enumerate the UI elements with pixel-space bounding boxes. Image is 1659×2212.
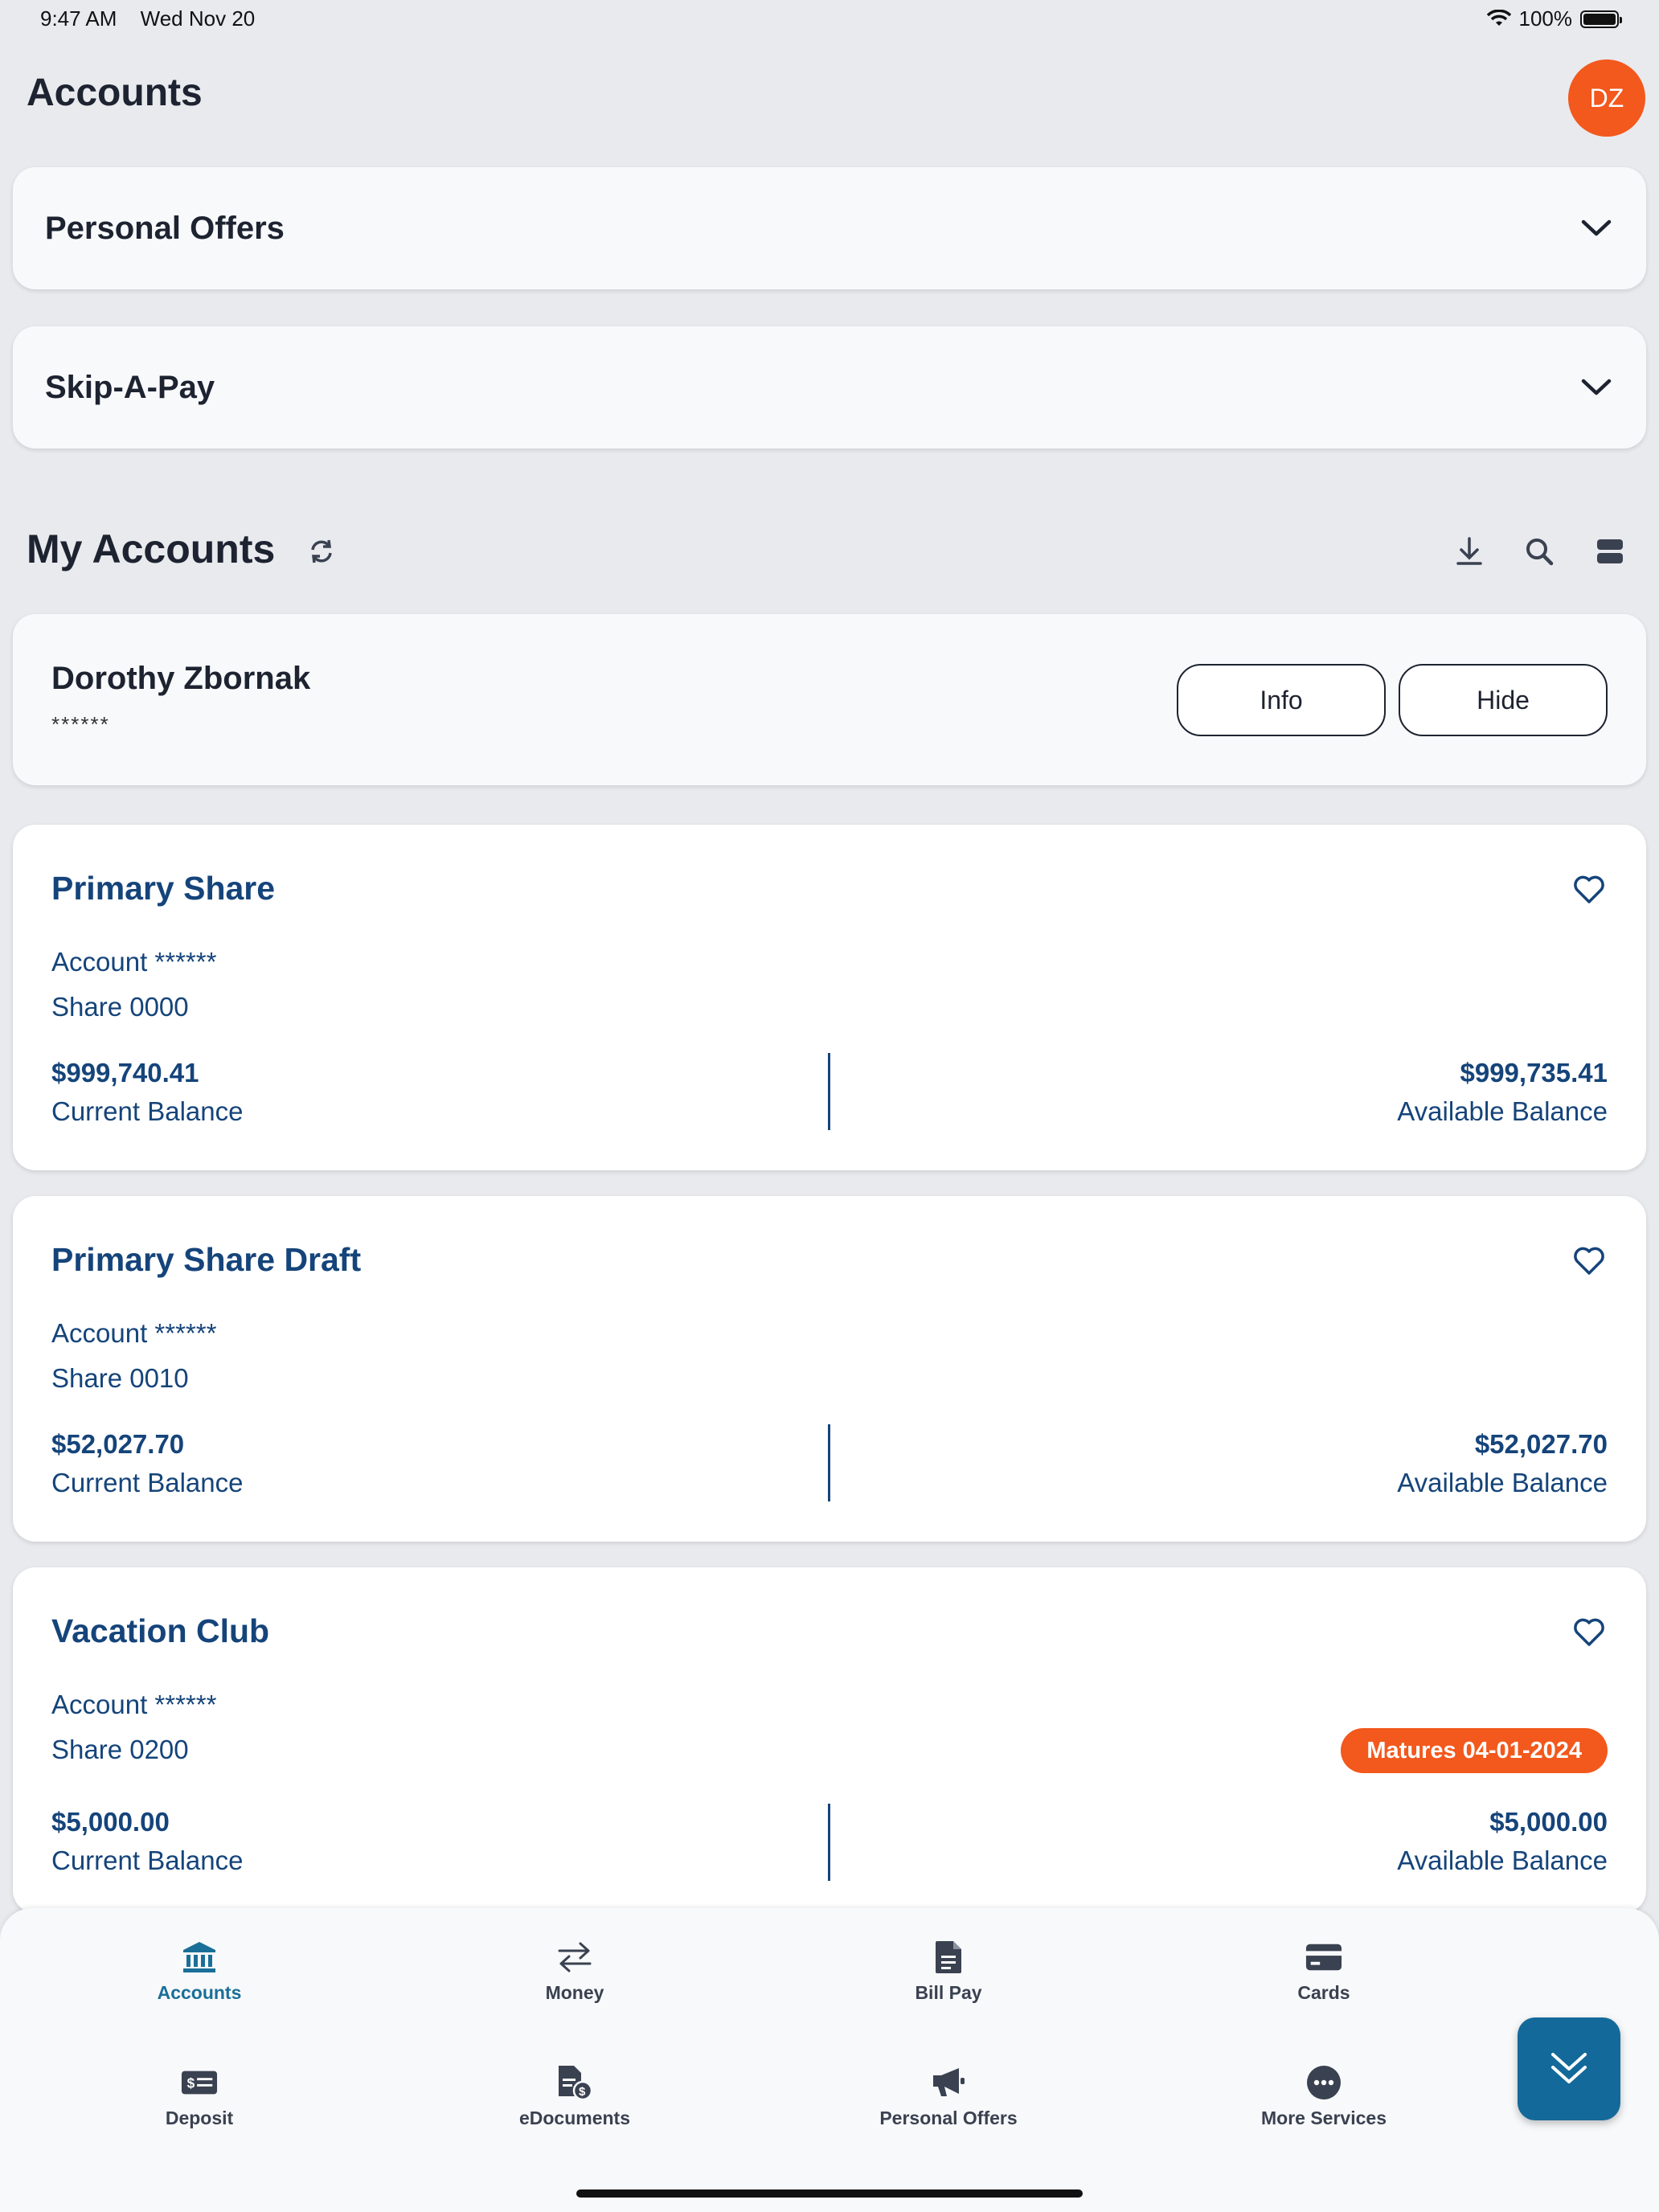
document-icon xyxy=(930,1939,967,1976)
maturity-badge: Matures 04-01-2024 xyxy=(1341,1728,1608,1773)
current-balance-label: Current Balance xyxy=(51,1096,244,1126)
status-date: Wed Nov 20 xyxy=(140,6,256,31)
nav-cards[interactable]: Cards xyxy=(1203,1939,1444,2004)
refresh-icon[interactable] xyxy=(307,537,336,566)
favorite-heart-icon[interactable] xyxy=(1572,1244,1606,1278)
current-balance-amount: $999,740.41 xyxy=(51,1058,199,1088)
nav-label: Bill Pay xyxy=(915,1982,982,2003)
balance-divider xyxy=(828,1424,830,1501)
home-indicator[interactable] xyxy=(576,2189,1083,2198)
current-balance-amount: $52,027.70 xyxy=(51,1429,185,1459)
panel-title: Skip-A-Pay xyxy=(45,369,215,405)
view-toggle-icon[interactable] xyxy=(1592,534,1628,569)
account-number: Account ****** xyxy=(51,1690,217,1719)
current-balance-label: Current Balance xyxy=(51,1845,244,1875)
bottom-nav: Accounts Money Bill Pay Cards $ Deposit … xyxy=(0,1908,1659,2212)
available-balance-amount: $52,027.70 xyxy=(1474,1429,1608,1459)
account-name[interactable]: Vacation Club xyxy=(51,1612,269,1650)
bank-icon xyxy=(181,1939,218,1976)
status-indicators: 100% xyxy=(1486,6,1622,31)
account-card-vacation-club[interactable]: Vacation Club Account ****** Share 0200 … xyxy=(13,1567,1646,1913)
wifi-icon xyxy=(1486,9,1511,26)
info-button[interactable]: Info xyxy=(1177,664,1386,736)
avatar[interactable]: DZ xyxy=(1568,59,1645,137)
share-number: Share 0000 xyxy=(51,992,189,1022)
chevron-down-icon[interactable] xyxy=(1579,370,1614,405)
nav-money[interactable]: Money xyxy=(454,1939,695,2004)
collapse-nav-button[interactable] xyxy=(1518,2017,1620,2120)
svg-text:$: $ xyxy=(579,2085,586,2099)
download-icon[interactable] xyxy=(1452,534,1487,569)
balance-divider xyxy=(828,1053,830,1130)
account-number: Account ****** xyxy=(51,1318,217,1348)
current-balance-amount: $5,000.00 xyxy=(51,1807,170,1837)
battery-icon xyxy=(1580,10,1622,28)
transfer-icon xyxy=(556,1939,593,1976)
nav-label: Personal Offers xyxy=(879,2108,1018,2128)
nav-label: Deposit xyxy=(165,2108,234,2128)
nav-label: Cards xyxy=(1297,1982,1350,2003)
available-balance-label: Available Balance xyxy=(1397,1096,1608,1126)
megaphone-icon xyxy=(930,2064,967,2101)
nav-label: Money xyxy=(545,1982,604,2003)
nav-label: eDocuments xyxy=(518,2108,631,2128)
balance-divider xyxy=(828,1804,830,1881)
double-chevron-down-icon xyxy=(1551,2053,1587,2083)
card-icon xyxy=(1305,1939,1342,1976)
available-balance-amount: $5,000.00 xyxy=(1489,1807,1608,1837)
member-name: Dorothy Zbornak xyxy=(51,661,311,696)
account-name[interactable]: Primary Share xyxy=(51,870,275,907)
nav-more-services[interactable]: More Services xyxy=(1203,2064,1444,2129)
nav-edocuments[interactable]: $ eDocuments xyxy=(454,2064,695,2129)
status-time-date: 9:47 AM Wed Nov 20 xyxy=(40,6,272,31)
account-card-primary-share-draft[interactable]: Primary Share Draft Account ****** Share… xyxy=(13,1196,1646,1542)
nav-accounts[interactable]: Accounts xyxy=(79,1939,320,2004)
personal-offers-panel[interactable]: Personal Offers xyxy=(13,167,1646,289)
check-deposit-icon: $ xyxy=(181,2064,218,2101)
current-balance-label: Current Balance xyxy=(51,1468,244,1497)
account-number: Account ****** xyxy=(51,947,217,977)
member-number-masked: ****** xyxy=(51,712,110,736)
available-balance-amount: $999,735.41 xyxy=(1460,1058,1608,1088)
skip-a-pay-panel[interactable]: Skip-A-Pay xyxy=(13,326,1646,449)
account-card-primary-share[interactable]: Primary Share Account ****** Share 0000 … xyxy=(13,825,1646,1170)
share-number: Share 0010 xyxy=(51,1363,189,1393)
panel-title: Personal Offers xyxy=(45,210,285,246)
search-icon[interactable] xyxy=(1522,534,1557,569)
available-balance-label: Available Balance xyxy=(1397,1845,1608,1875)
nav-bill-pay[interactable]: Bill Pay xyxy=(828,1939,1069,2004)
status-bar: 9:47 AM Wed Nov 20 100% xyxy=(0,0,1659,39)
favorite-heart-icon[interactable] xyxy=(1572,1616,1606,1649)
status-time: 9:47 AM xyxy=(40,6,117,31)
hide-button[interactable]: Hide xyxy=(1399,664,1608,736)
nav-deposit[interactable]: $ Deposit xyxy=(79,2064,320,2129)
more-icon xyxy=(1305,2064,1342,2101)
account-name[interactable]: Primary Share Draft xyxy=(51,1241,361,1279)
battery-percent: 100% xyxy=(1518,6,1573,31)
favorite-heart-icon[interactable] xyxy=(1572,873,1606,907)
edocument-icon: $ xyxy=(556,2064,593,2101)
chevron-down-icon[interactable] xyxy=(1579,211,1614,246)
nav-label: Accounts xyxy=(157,1982,242,2003)
my-accounts-title: My Accounts xyxy=(27,526,276,571)
available-balance-label: Available Balance xyxy=(1397,1468,1608,1497)
member-card: Dorothy Zbornak ****** Info Hide xyxy=(13,614,1646,785)
page-title: Accounts xyxy=(27,72,203,114)
nav-personal-offers[interactable]: Personal Offers xyxy=(828,2064,1069,2129)
svg-text:$: $ xyxy=(187,2075,195,2091)
share-number: Share 0200 xyxy=(51,1735,189,1764)
nav-label: More Services xyxy=(1261,2108,1387,2128)
